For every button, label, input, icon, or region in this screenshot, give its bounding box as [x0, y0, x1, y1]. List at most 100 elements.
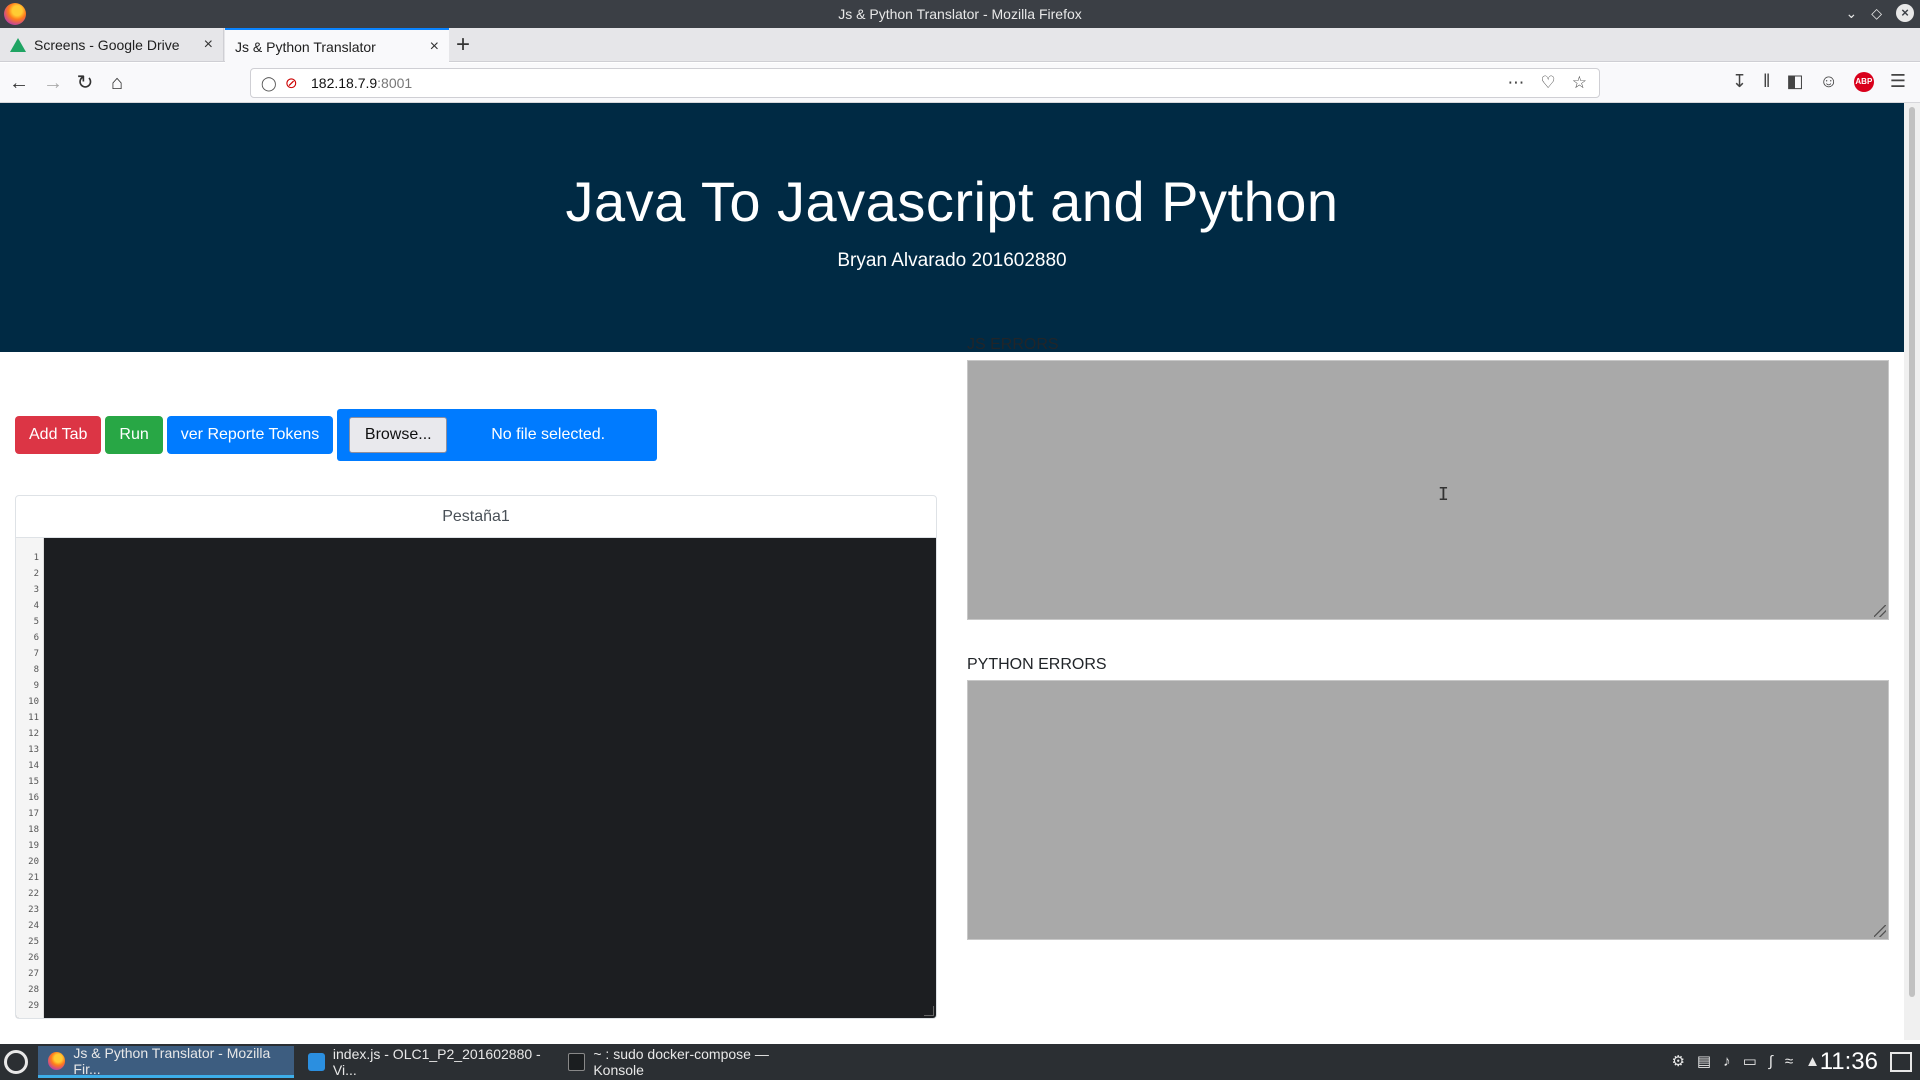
file-status: No file selected. [491, 426, 606, 443]
account-icon[interactable]: ☺ [1819, 71, 1837, 92]
bookmark-star-icon[interactable]: ☆ [1572, 73, 1587, 93]
maximize-icon[interactable]: ◇ [1871, 5, 1882, 22]
line-number: 11 [28, 713, 39, 723]
menu-icon[interactable]: ☰ [1890, 71, 1906, 92]
report-tokens-button[interactable]: ver Reporte Tokens [166, 416, 334, 454]
battery-icon[interactable]: ▭ [1743, 1052, 1757, 1070]
line-number: 18 [28, 825, 39, 835]
editor-tab[interactable]: Pestaña1 [16, 496, 936, 538]
line-number: 14 [28, 761, 39, 771]
line-number: 9 [33, 681, 39, 691]
insecure-connection-icon[interactable]: ⊘ [285, 74, 298, 92]
taskbar-item-label: ~ : sudo docker-compose — Konsole [593, 1046, 769, 1078]
line-number: 24 [28, 921, 39, 931]
line-number: 29 [28, 1001, 39, 1011]
line-number: 16 [28, 793, 39, 803]
close-window-icon[interactable]: × [1896, 4, 1914, 22]
network-manager-icon[interactable]: ⚙ [1671, 1052, 1684, 1070]
google-drive-icon [10, 38, 26, 52]
clock[interactable]: 11:36 [1820, 1048, 1878, 1076]
line-number-gutter: 1 2 3 4 5 6 7 8 9 10 11 12 13 14 15 16 17 18 19 20 21 22 23 24 2… [16, 538, 44, 1018]
python-errors-label: PYTHON ERRORS [967, 656, 1107, 673]
page-viewport: Java To Javascript and Python Bryan Alva… [0, 103, 1920, 1040]
downloads-icon[interactable]: ↧ [1732, 71, 1747, 92]
url-host: 182.18.7.9 [311, 75, 378, 91]
library-icon[interactable]: ‖ [1763, 71, 1770, 92]
line-number: 22 [28, 889, 39, 899]
page-title: Java To Javascript and Python [565, 170, 1339, 233]
browser-tab-google-drive[interactable]: Screens - Google Drive × [0, 28, 224, 62]
taskbar-item-konsole[interactable]: ~ : sudo docker-compose — Konsole [558, 1046, 814, 1078]
terminal-icon [568, 1053, 586, 1071]
tray-expand-icon[interactable]: ▲ [1805, 1053, 1820, 1070]
pocket-icon[interactable]: ♡ [1541, 73, 1556, 93]
line-number: 20 [28, 857, 39, 867]
line-number: 1 [33, 553, 39, 563]
window-title: Js & Python Translator - Mozilla Firefox [838, 6, 1082, 22]
address-bar[interactable]: ◯ ⊘ 182.18.7.9:8001 ⋯ ♡ ☆ [250, 68, 1600, 98]
toolbar-right: ↧ ‖ ◧ ☺ ABP ☰ [1732, 71, 1906, 92]
text-cursor-icon: I [1438, 484, 1449, 505]
reload-icon[interactable]: ↻ [72, 71, 98, 97]
browser-tab-translator[interactable]: Js & Python Translator × [225, 28, 449, 63]
code-editor[interactable]: 1 2 3 4 5 6 7 8 9 10 11 12 13 14 15 16 17 18 19 20 21 22 23 24 2… [16, 538, 936, 1018]
editor-card: Pestaña1 1 2 3 4 5 6 7 8 9 10 11 12 13 14 15 16 17 18 19 20… [15, 495, 937, 1019]
window-controls: ⌄ ◇ × [1845, 4, 1914, 22]
page-actions-icon[interactable]: ⋯ [1508, 73, 1525, 93]
line-number: 17 [28, 809, 39, 819]
url-port: :8001 [377, 75, 413, 91]
vscode-icon [308, 1053, 325, 1071]
tab-label: Screens - Google Drive [34, 37, 180, 53]
clipboard-icon[interactable]: ▤ [1697, 1052, 1711, 1070]
new-tab-icon[interactable]: + [456, 31, 470, 59]
page-scrollbar[interactable] [1904, 103, 1920, 1040]
minimize-icon[interactable]: ⌄ [1845, 5, 1857, 22]
python-errors-textarea[interactable] [967, 680, 1889, 940]
home-icon[interactable]: ⌂ [104, 71, 130, 97]
taskbar-item-firefox[interactable]: Js & Python Translator - Mozilla Fir... [38, 1044, 294, 1078]
tracking-shield-icon[interactable]: ◯ [261, 75, 277, 92]
js-errors-label: JS ERRORS [967, 336, 1059, 353]
firefox-icon [48, 1051, 66, 1070]
taskbar-item-vscode[interactable]: index.js - OLC1_P2_201602880 - Vi... [298, 1046, 554, 1078]
url-actions: ⋯ ♡ ☆ [1508, 73, 1588, 93]
line-number: 3 [33, 585, 39, 595]
add-tab-button[interactable]: Add Tab [15, 416, 102, 454]
back-icon[interactable]: ← [6, 71, 32, 97]
line-number: 19 [28, 841, 39, 851]
line-number: 27 [28, 969, 39, 979]
window-titlebar: Js & Python Translator - Mozilla Firefox… [0, 0, 1920, 28]
file-input[interactable]: Browse... No file selected. [337, 409, 658, 461]
scrollbar-thumb[interactable] [1909, 107, 1915, 997]
show-desktop-icon[interactable] [1890, 1052, 1912, 1072]
line-number: 25 [28, 937, 39, 947]
taskbar: Js & Python Translator - Mozilla Fir... … [0, 1044, 1920, 1080]
app-launcher-icon[interactable] [4, 1050, 28, 1074]
sidebar-icon[interactable]: ◧ [1786, 71, 1803, 92]
page-header: Java To Javascript and Python Bryan Alva… [0, 103, 1904, 352]
close-tab-icon[interactable]: × [204, 36, 213, 54]
action-toolbar: Add Tab Run ver Reporte Tokens Browse...… [15, 409, 658, 461]
line-number: 4 [33, 601, 39, 611]
tab-label: Js & Python Translator [235, 38, 376, 55]
browser-tab-strip: Screens - Google Drive × Js & Python Tra… [0, 28, 1920, 63]
system-tray: ⚙ ▤ ♪ ▭ ∫ ≈ ▲ [1671, 1052, 1820, 1071]
wifi-icon[interactable]: ≈ [1785, 1053, 1793, 1070]
line-number: 12 [28, 729, 39, 739]
browse-button[interactable]: Browse... [349, 417, 448, 453]
bluetooth-icon[interactable]: ∫ [1769, 1053, 1773, 1070]
js-errors-textarea[interactable] [967, 360, 1889, 620]
adblock-icon[interactable]: ABP [1853, 71, 1874, 92]
forward-icon[interactable]: → [40, 71, 66, 97]
page-subtitle: Bryan Alvarado 201602880 [837, 250, 1067, 271]
close-tab-icon[interactable]: × [430, 38, 439, 56]
resize-grip-icon[interactable] [1874, 605, 1886, 617]
line-number: 6 [33, 633, 39, 643]
line-number: 7 [33, 649, 39, 659]
taskbar-item-label: Js & Python Translator - Mozilla Fir... [73, 1044, 271, 1077]
run-button[interactable]: Run [105, 416, 163, 454]
resize-handle-icon[interactable] [924, 1006, 934, 1016]
resize-grip-icon[interactable] [1874, 925, 1886, 937]
line-number: 28 [28, 985, 39, 995]
volume-icon[interactable]: ♪ [1723, 1053, 1731, 1070]
